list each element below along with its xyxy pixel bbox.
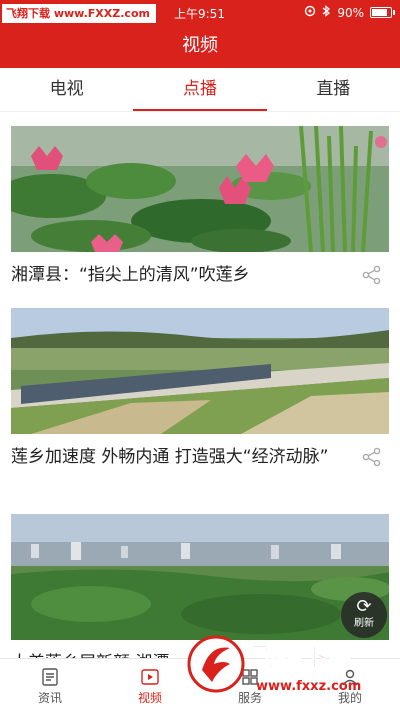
video-thumbnail[interactable] <box>11 514 389 640</box>
video-thumbnail[interactable] <box>11 126 389 252</box>
nav-item-news[interactable]: 资讯 <box>0 659 100 712</box>
video-thumbnail[interactable] <box>11 308 389 434</box>
site-watermark: 飞翔下载 www.FXXZ.com <box>2 4 156 23</box>
news-icon <box>0 659 100 689</box>
video-card[interactable]: 莲乡加速度 外畅内通 打造强大“经济动脉” <box>11 308 389 471</box>
tab-live[interactable]: 直播 <box>267 68 400 111</box>
tab-tv[interactable]: 电视 <box>0 68 133 111</box>
share-icon[interactable] <box>361 446 383 468</box>
refresh-icon: ⟳ <box>356 596 372 617</box>
nav-label-news: 资讯 <box>37 691 62 705</box>
svg-text:飞翔下载: 飞翔下载 <box>250 643 354 673</box>
video-card[interactable]: 湘潭县：“指尖上的清风”吹莲乡 <box>11 126 389 289</box>
video-title[interactable]: 莲乡加速度 外畅内通 打造强大“经济动脉” <box>11 444 389 471</box>
status-time: 上午9:51 <box>174 7 225 21</box>
status-bar: 飞翔下载 www.FXXZ.com 上午9:51 90% <box>0 0 400 26</box>
lock-rotation-icon <box>304 5 316 20</box>
video-feed: 湘潭县：“指尖上的清风”吹莲乡 莲乡加速度 外畅内通 打造强大“经济动脉” <box>0 112 400 658</box>
nav-label-video: 视频 <box>137 691 162 705</box>
tab-bar: 电视 点播 直播 <box>0 68 400 112</box>
tab-on-demand[interactable]: 点播 <box>133 68 267 111</box>
battery-percent: 90% <box>337 5 364 20</box>
battery-icon <box>370 7 395 18</box>
brand-watermark-logo: 飞翔下载 www.fxxz.com <box>186 630 396 702</box>
video-icon <box>100 659 200 689</box>
battery-fill <box>372 9 388 16</box>
page-title: 视频 <box>0 26 400 68</box>
share-icon[interactable] <box>361 264 383 286</box>
refresh-label: 刷新 <box>354 618 374 629</box>
svg-text:www.fxxz.com: www.fxxz.com <box>256 679 361 694</box>
bluetooth-icon <box>322 5 331 20</box>
status-right: 90% <box>304 5 395 20</box>
nav-item-video[interactable]: 视频 <box>100 659 200 712</box>
video-title[interactable]: 湘潭县：“指尖上的清风”吹莲乡 <box>11 262 389 289</box>
